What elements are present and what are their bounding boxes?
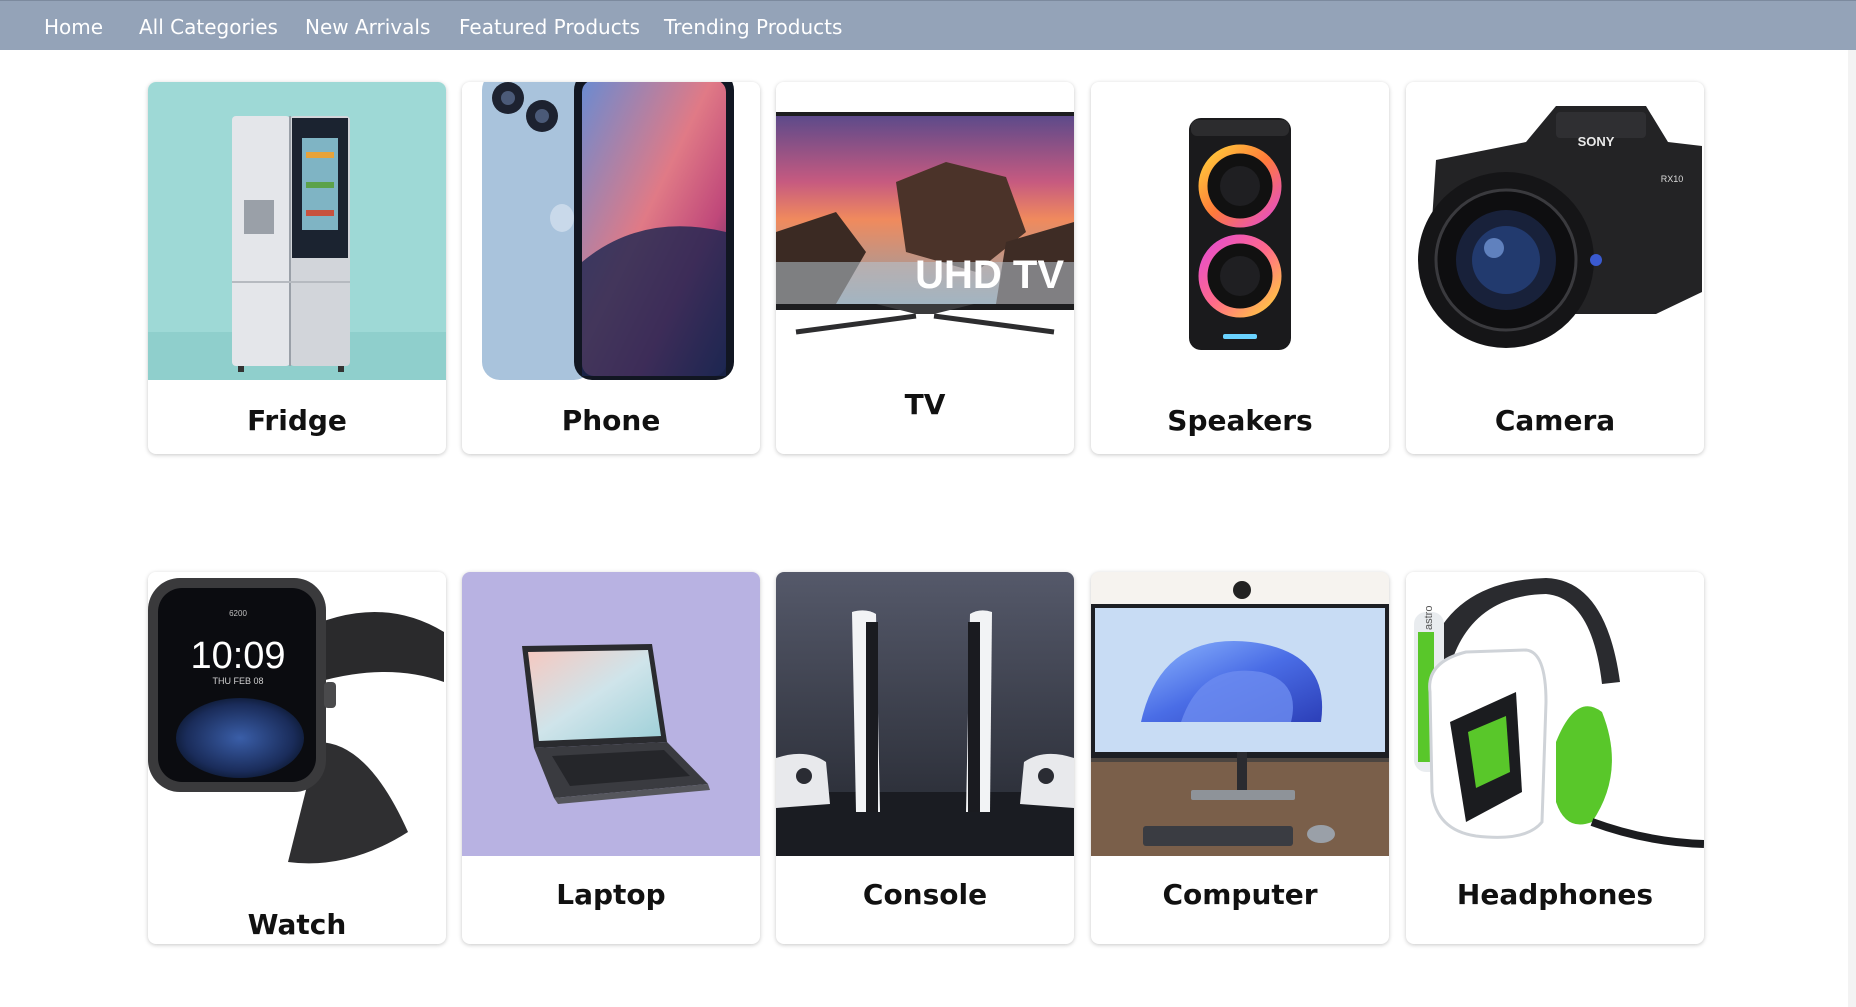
phone-icon bbox=[462, 82, 760, 380]
top-navbar: Home All Categories New Arrivals Feature… bbox=[0, 0, 1856, 50]
category-card-watch[interactable]: 10:09 THU FEB 08 6200 Watch bbox=[148, 572, 446, 944]
category-label: Console bbox=[862, 878, 988, 911]
category-label: Camera bbox=[1494, 404, 1616, 437]
watch-time-text: 10:09 bbox=[190, 635, 285, 677]
tv-icon: UHD TV bbox=[776, 82, 1074, 380]
nav-new-arrivals[interactable]: New Arrivals bbox=[305, 1, 430, 51]
category-label: Speakers bbox=[1167, 404, 1313, 437]
watch-icon: 10:09 THU FEB 08 6200 bbox=[148, 572, 446, 870]
category-label: Watch bbox=[247, 908, 347, 941]
category-label: Laptop bbox=[556, 878, 666, 911]
nav-trending-products[interactable]: Trending Products bbox=[664, 1, 842, 51]
nav-featured-products[interactable]: Featured Products bbox=[459, 1, 640, 51]
nav-all-categories[interactable]: All Categories bbox=[139, 1, 278, 51]
category-card-speakers[interactable]: Speakers bbox=[1091, 82, 1389, 454]
category-card-fridge[interactable]: Fridge bbox=[148, 82, 446, 454]
category-card-camera[interactable]: SONY RX10 Camera bbox=[1406, 82, 1704, 454]
category-card-headphones[interactable]: astro Headphones bbox=[1406, 572, 1704, 944]
camera-model-text: RX10 bbox=[1661, 174, 1684, 184]
watch-steps-text: 6200 bbox=[229, 609, 247, 618]
category-card-phone[interactable]: Phone bbox=[462, 82, 760, 454]
nav-home[interactable]: Home bbox=[44, 1, 103, 51]
category-label: Fridge bbox=[247, 404, 347, 437]
category-card-laptop[interactable]: Laptop bbox=[462, 572, 760, 944]
computer-icon bbox=[1091, 572, 1389, 856]
page-scrollbar[interactable] bbox=[1848, 50, 1856, 1007]
laptop-icon bbox=[462, 572, 760, 856]
speaker-icon bbox=[1091, 82, 1389, 380]
headphones-brand-text: astro bbox=[1423, 606, 1435, 630]
category-label: Headphones bbox=[1456, 878, 1654, 911]
category-label: Phone bbox=[561, 404, 661, 437]
fridge-icon bbox=[148, 82, 446, 380]
category-label: Computer bbox=[1162, 878, 1318, 911]
headphones-icon: astro bbox=[1406, 572, 1704, 856]
console-icon bbox=[776, 572, 1074, 856]
tv-overlay-text: UHD TV bbox=[915, 253, 1064, 297]
category-card-computer[interactable]: Computer bbox=[1091, 572, 1389, 944]
camera-brand-text: SONY bbox=[1578, 134, 1615, 149]
category-card-console[interactable]: Console bbox=[776, 572, 1074, 944]
camera-icon: SONY RX10 bbox=[1406, 82, 1704, 380]
watch-date-text: THU FEB 08 bbox=[212, 676, 263, 686]
category-card-tv[interactable]: UHD TV TV bbox=[776, 82, 1074, 454]
category-label: TV bbox=[904, 388, 946, 421]
